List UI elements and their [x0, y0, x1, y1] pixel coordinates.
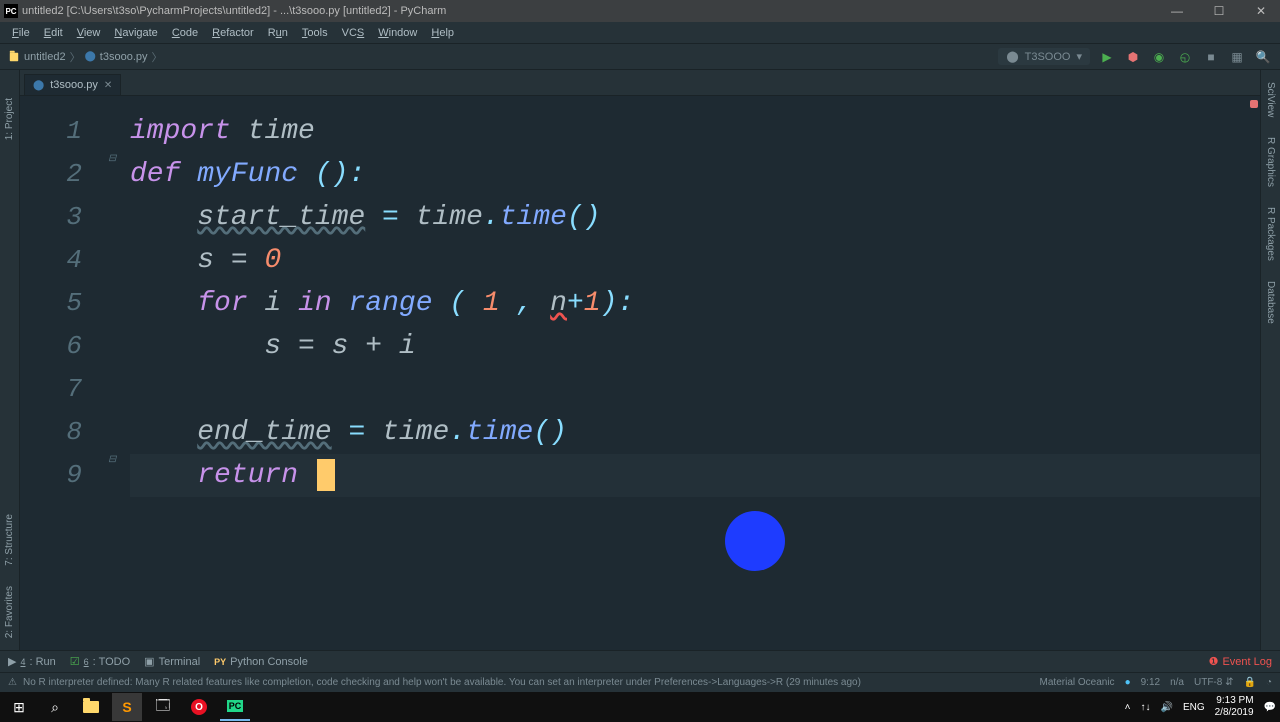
left-tool-rail: 1: Project 7: Structure 2: Favorites — [0, 70, 20, 650]
line-gutter: 123456789 — [20, 96, 100, 650]
search-button[interactable]: ⌕ — [40, 693, 70, 721]
tray-network-icon[interactable]: ↑↓ — [1140, 702, 1150, 713]
code-body[interactable]: import time ⊟def myFunc (): start_time =… — [100, 96, 1260, 650]
bottom-run[interactable]: ▶4: Run — [8, 655, 56, 668]
close-button[interactable]: ✕ — [1246, 4, 1276, 18]
main-area: 1: Project 7: Structure 2: Favorites ⬤ t… — [0, 70, 1280, 650]
breadcrumb-project[interactable]: untitled2 — [24, 51, 66, 63]
status-encoding[interactable]: UTF-8 ⇵ — [1194, 677, 1234, 688]
theme-dot-icon: ● — [1125, 677, 1131, 688]
bottom-todo[interactable]: ☑6: TODO — [70, 655, 130, 668]
inspector-icon[interactable]: ◔ — [1266, 677, 1272, 688]
bottom-python-console[interactable]: PYPython Console — [214, 656, 308, 668]
menu-navigate[interactable]: Navigate — [108, 25, 163, 41]
stop-button[interactable]: ■ — [1202, 48, 1220, 66]
explorer-icon[interactable] — [76, 693, 106, 721]
rail-database[interactable]: Database — [1263, 273, 1278, 332]
status-position[interactable]: 9:12 — [1141, 677, 1160, 688]
coverage-button[interactable]: ◉ — [1150, 48, 1168, 66]
menu-vcs[interactable]: VCS — [336, 25, 371, 41]
tab-close-icon[interactable]: ✕ — [104, 80, 112, 91]
run-icon: ▶ — [8, 655, 16, 668]
breadcrumb: untitled2 〉 ⬤ t3sooo.py 〉 — [8, 49, 163, 65]
tab-t3sooo[interactable]: ⬤ t3sooo.py ✕ — [24, 74, 121, 95]
python-file-icon: ⬤ — [85, 51, 96, 62]
pycharm-icon[interactable]: PC — [220, 693, 250, 721]
tray-clock[interactable]: 9:13 PM 2/8/2019 — [1215, 695, 1254, 719]
rail-rpackages[interactable]: R Packages — [1263, 199, 1278, 269]
search-icon[interactable]: 🔍 — [1254, 48, 1272, 66]
right-tool-rail: SciView R Graphics R Packages Database — [1260, 70, 1280, 650]
start-button[interactable]: ⊞ — [4, 693, 34, 721]
editor-tabs: ⬤ t3sooo.py ✕ — [20, 70, 1260, 96]
error-stripe-icon[interactable] — [1250, 100, 1258, 108]
menu-bar: File Edit View Navigate Code Refactor Ru… — [0, 22, 1280, 44]
menu-window[interactable]: Window — [372, 25, 423, 41]
menu-code[interactable]: Code — [166, 25, 204, 41]
breadcrumb-file[interactable]: t3sooo.py — [100, 51, 148, 63]
opera-icon[interactable]: O — [184, 693, 214, 721]
maximize-button[interactable]: ☐ — [1204, 4, 1234, 18]
menu-view[interactable]: View — [71, 25, 107, 41]
bottom-tool-tabs: ▶4: Run ☑6: TODO ▣Terminal PYPython Cons… — [0, 650, 1280, 672]
menu-run[interactable]: Run — [262, 25, 294, 41]
fold-end-icon[interactable]: ⊟ — [108, 454, 120, 466]
run-config-selector[interactable]: ⬤ T3SOOO ▾ — [998, 48, 1090, 65]
rail-project[interactable]: 1: Project — [2, 90, 17, 148]
rail-favorites[interactable]: 2: Favorites — [2, 578, 17, 646]
minimize-button[interactable]: ― — [1162, 4, 1192, 18]
app-icon[interactable]: 🗔 — [148, 693, 178, 721]
code-editor[interactable]: 123456789 import time ⊟def myFunc (): st… — [20, 96, 1260, 650]
menu-tools[interactable]: Tools — [296, 25, 334, 41]
status-bar: ⚠ No R interpreter defined: Many R relat… — [0, 672, 1280, 692]
layout-button[interactable]: ▦ — [1228, 48, 1246, 66]
tray-volume-icon[interactable]: 🔊 — [1160, 702, 1172, 713]
pycharm-logo-icon: PC — [4, 4, 18, 18]
menu-refactor[interactable]: Refactor — [206, 25, 260, 41]
status-message: No R interpreter defined: Many R related… — [23, 677, 861, 688]
status-theme[interactable]: Material Oceanic — [1040, 677, 1115, 688]
run-config-label: T3SOOO — [1025, 51, 1071, 63]
tray-chevron-icon[interactable]: ˄ — [1125, 702, 1131, 713]
chevron-down-icon: ▾ — [1076, 50, 1082, 63]
toolbar: untitled2 〉 ⬤ t3sooo.py 〉 ⬤ T3SOOO ▾ ▶ ⬢… — [0, 44, 1280, 70]
folder-icon — [8, 51, 20, 63]
rail-rgraphics[interactable]: R Graphics — [1263, 129, 1278, 195]
menu-file[interactable]: File — [6, 25, 36, 41]
python-icon: PY — [214, 657, 226, 667]
terminal-icon: ▣ — [144, 655, 154, 668]
sublime-icon[interactable]: S — [112, 693, 142, 721]
profile-button[interactable]: ◵ — [1176, 48, 1194, 66]
bottom-terminal[interactable]: ▣Terminal — [144, 655, 200, 668]
cursor-highlight-icon — [725, 511, 785, 571]
window-titlebar: PC untitled2 [C:\Users\t3so\PycharmProje… — [0, 0, 1280, 22]
fold-icon[interactable]: ⊟ — [108, 153, 120, 165]
run-button[interactable]: ▶ — [1098, 48, 1116, 66]
info-icon: ⚠ — [8, 677, 17, 688]
warning-icon: ❶ — [1209, 655, 1219, 668]
python-file-icon: ⬤ — [33, 80, 44, 91]
check-icon: ☑ — [70, 655, 80, 668]
rail-sciview[interactable]: SciView — [1263, 74, 1278, 125]
lock-icon[interactable]: 🔒 — [1244, 677, 1256, 688]
text-cursor — [317, 459, 335, 491]
tray-notifications-icon[interactable]: 💬 — [1264, 702, 1276, 713]
debug-button[interactable]: ⬢ — [1124, 48, 1142, 66]
bottom-eventlog[interactable]: ❶Event Log — [1209, 655, 1272, 668]
window-title: untitled2 [C:\Users\t3so\PycharmProjects… — [22, 5, 446, 17]
windows-taskbar: ⊞ ⌕ S 🗔 O PC ˄ ↑↓ 🔊 ENG 9:13 PM 2/8/2019… — [0, 692, 1280, 722]
rail-structure[interactable]: 7: Structure — [2, 506, 17, 574]
menu-help[interactable]: Help — [425, 25, 460, 41]
status-na: n/a — [1170, 677, 1184, 688]
menu-edit[interactable]: Edit — [38, 25, 69, 41]
tab-label: t3sooo.py — [50, 79, 98, 91]
tray-lang[interactable]: ENG — [1183, 702, 1205, 713]
